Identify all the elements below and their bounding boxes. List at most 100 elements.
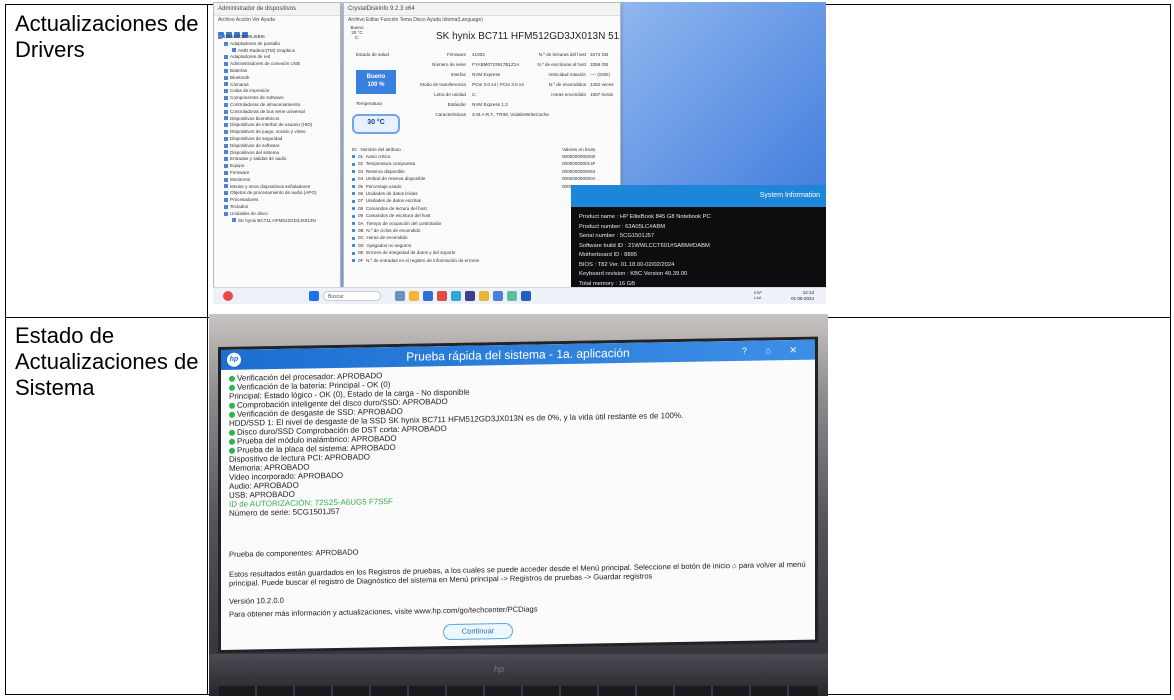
hp-diagnostics-title: Prueba rápida del sistema - 1a. aplicaci… xyxy=(406,345,630,364)
device-category-icon xyxy=(224,150,228,155)
tree-item[interactable]: Colas de impresión xyxy=(218,88,340,95)
smart-row[interactable]: 01 Aviso crítico 0000000000000 xyxy=(344,153,620,160)
tree-item[interactable]: Objetos de procesamiento de audio (APO) xyxy=(218,190,340,197)
edge-icon[interactable] xyxy=(451,291,461,301)
tree-item[interactable]: Bluetooth xyxy=(218,75,340,82)
tree-item[interactable]: Unidades de disco xyxy=(218,211,340,218)
tree-item[interactable]: Componentes de software xyxy=(218,95,340,102)
device-category-icon xyxy=(224,211,228,216)
tree-item[interactable]: Dispositivos biométricos xyxy=(218,116,340,123)
status-dot-icon xyxy=(352,155,355,159)
device-category-icon xyxy=(224,116,228,121)
tree-item[interactable]: Procesadores xyxy=(218,197,340,204)
header-controls[interactable]: ? ⌂ ✕ xyxy=(742,340,805,361)
tree-item-label: Administradores de conexión USB xyxy=(230,61,300,67)
windows-taskbar: Buscar 12:13 01-08-2024 ESP LAA xyxy=(213,287,826,304)
device-category-icon xyxy=(224,82,228,87)
continue-button[interactable]: Continuar xyxy=(443,622,513,641)
tree-item[interactable]: SK hynix BC711 HFM512GD3JX013N xyxy=(218,218,340,225)
device-category-icon xyxy=(232,218,236,223)
tree-item[interactable]: Controladoras de almacenamiento xyxy=(218,102,340,109)
chrome-icon[interactable] xyxy=(493,291,503,301)
tree-item-label: Adaptadores de red xyxy=(230,54,271,60)
tree-item[interactable]: Dispositivos de seguridad xyxy=(218,136,340,143)
taskbar-clock[interactable]: 12:13 01-08-2024 xyxy=(791,290,814,302)
tree-item-label: Equipo xyxy=(230,163,245,169)
temperature-badge: 30 °C xyxy=(352,114,400,134)
status-dot-icon xyxy=(352,199,355,203)
tree-item[interactable]: Controladoras de bus serie universal xyxy=(218,109,340,116)
tree-item[interactable]: Monitores xyxy=(218,177,340,184)
tree-item[interactable]: Firmware xyxy=(218,170,340,177)
smart-row[interactable]: 04 Umbral de reserva disponible 000000000… xyxy=(344,175,620,182)
cdi-attr-label: Velocidad rotación xyxy=(548,72,586,77)
smart-row[interactable]: 02 Temperatura compuesta 000000000013F xyxy=(344,160,620,167)
smart-name: Unidades de datos leídas xyxy=(365,191,418,197)
tree-item[interactable]: Mouse y otros dispositivos señaladores xyxy=(218,184,340,191)
health-label: Estado de salud xyxy=(356,52,389,57)
hp-bezel-logo: hp xyxy=(494,664,505,674)
folder-icon[interactable] xyxy=(479,291,489,301)
tree-item-label: Firmware xyxy=(230,169,250,175)
office-icon[interactable] xyxy=(437,291,447,301)
pass-check-icon xyxy=(229,411,235,418)
cdi-model-title: SK hynix BC711 HFM512GD3JX013N 512,1 GB xyxy=(436,31,620,42)
status-dot-icon xyxy=(352,244,355,248)
smart-row[interactable]: 03 Reserva disponible 0000000000064 xyxy=(344,168,620,175)
cdi-titlebar[interactable]: CrystalDiskInfo 9.2.3 x64 xyxy=(344,3,620,16)
tree-item[interactable]: Teclados xyxy=(218,204,340,211)
taskbar-search[interactable]: Buscar xyxy=(323,291,381,301)
store-icon[interactable] xyxy=(423,291,433,301)
smart-name: Porcentaje usado xyxy=(365,183,402,189)
system-info-line: Motherboard ID : 8895 xyxy=(579,252,638,258)
tree-item[interactable]: Equipo xyxy=(218,163,340,170)
cdi-menu[interactable]: Archivo Editar Función Tema Disco Ayuda … xyxy=(344,16,620,25)
tree-item-label: SK hynix BC711 HFM512GD3JX013N xyxy=(238,217,316,223)
tree-item-label: Bluetooth xyxy=(230,74,250,80)
tree-item[interactable]: Adaptadores de red xyxy=(218,54,340,61)
tree-item[interactable]: Baterías xyxy=(218,68,340,75)
computer-icon xyxy=(218,34,222,39)
language-indicator[interactable]: ESP LAA xyxy=(754,290,762,300)
test-results-list: Verificación del procesador: APROBADO Ver… xyxy=(229,364,809,500)
device-category-icon xyxy=(224,75,228,80)
app-icon[interactable] xyxy=(507,291,517,301)
system-info-line: Keyboard revision : KBC Version 49.39.00 xyxy=(579,271,688,277)
task-view-icon[interactable] xyxy=(395,291,405,301)
weather-widget-icon[interactable] xyxy=(223,291,233,301)
tree-item[interactable]: Dispositivos de software xyxy=(218,143,340,150)
settings-icon[interactable] xyxy=(465,291,475,301)
start-icon[interactable] xyxy=(309,291,319,301)
tree-item-label: Componentes de software xyxy=(230,95,284,101)
tree-item[interactable]: Entradas y salidas de audio xyxy=(218,156,340,163)
device-manager-window: Administrador de dispositivos Archivo Ac… xyxy=(213,2,341,288)
drive-tab[interactable]: Bueno 30 °C C: xyxy=(348,25,366,40)
tree-item-label: Dispositivos del sistema xyxy=(230,149,280,155)
cdi-attr-label: Firmware xyxy=(446,52,466,57)
cdi-attr-label: N.º de lecturas del host xyxy=(538,52,586,57)
keyboard-row xyxy=(219,686,818,696)
diskinfo-icon[interactable] xyxy=(521,291,531,301)
system-information-header: System Information xyxy=(571,185,826,207)
tree-item-label: Colas de impresión xyxy=(230,88,270,94)
pass-check-icon xyxy=(229,447,235,454)
status-dot-icon xyxy=(352,184,355,188)
tree-item[interactable]: Dispositivos de interfaz de usuario (HID… xyxy=(218,122,340,129)
pass-check-icon xyxy=(229,429,235,436)
smart-id: 03 xyxy=(358,168,364,174)
file-explorer-icon[interactable] xyxy=(409,291,419,301)
tree-item[interactable]: AMD Radeon(TM) Graphics xyxy=(218,48,340,55)
tree-item[interactable]: Administradores de conexión USB xyxy=(218,61,340,68)
smart-id: 01 xyxy=(358,154,364,159)
tree-item[interactable]: Cámaras xyxy=(218,82,340,89)
tree-item[interactable]: Dispositivos del sistema xyxy=(218,150,340,157)
tree-item[interactable]: Dispositivos de juego, sonido y vídeo xyxy=(218,129,340,136)
device-manager-titlebar[interactable]: Administrador de dispositivos xyxy=(214,3,340,16)
device-manager-menu[interactable]: Archivo Acción Ver Ayuda xyxy=(214,16,340,25)
tree-item[interactable]: Adaptadores de pantalla xyxy=(218,41,340,48)
device-category-icon xyxy=(224,177,228,182)
tree-root[interactable]: DESKTOP-MLI5BIK xyxy=(218,34,340,41)
smart-id: 08 xyxy=(358,205,364,211)
smart-name: Horas de encendido xyxy=(366,235,408,241)
temperature-label: Temperatura xyxy=(356,101,382,106)
